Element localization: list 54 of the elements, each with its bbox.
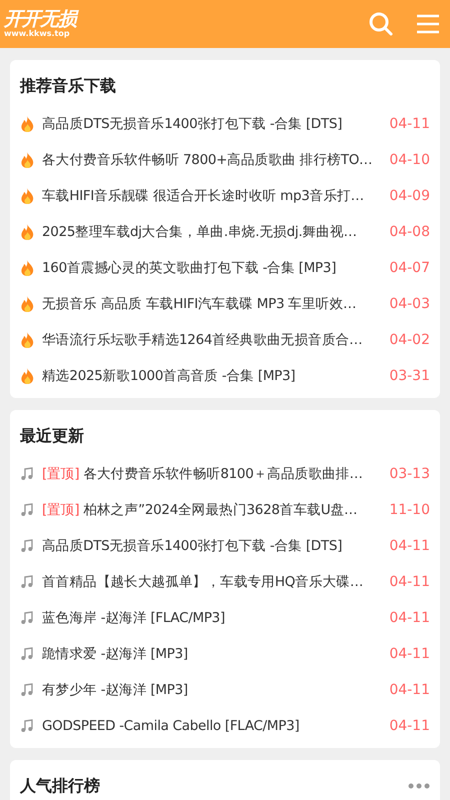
post-date: 04-11 [389,538,430,554]
section-title: 人气排行榜 [20,776,101,796]
post-date: 04-11 [389,610,430,626]
post-date: 04-11 [389,574,430,590]
menu-icon[interactable] [416,14,440,34]
song-link[interactable]: 华语流行乐坛歌手精选1264首经典歌曲无损音质合… [42,331,384,349]
section-title: 推荐音乐下载 [20,76,117,96]
song-link[interactable]: 有梦少年 -赵海洋 [MP3] [42,681,384,699]
search-icon[interactable] [368,11,394,37]
music-note-icon [20,503,34,517]
post-date: 03-31 [389,368,430,384]
more-icon[interactable] [408,783,430,789]
music-note-icon [20,575,34,589]
post-date: 04-11 [389,116,430,132]
song-link[interactable]: [置顶] 各大付费音乐软件畅听8100＋高品质歌曲排… [42,465,384,483]
song-link[interactable]: 160首震撼心灵的英文歌曲打包下载 -合集 [MP3] [42,259,384,277]
post-date: 04-10 [389,152,430,168]
music-note-icon [20,467,34,481]
flame-icon [20,224,35,240]
post-date: 04-09 [389,188,430,204]
song-link[interactable]: 首首精品【越长大越孤单】，车载专用HQ音乐大碟… [42,573,384,591]
song-link[interactable]: 精选2025新歌1000首高音质 -合集 [MP3] [42,367,384,385]
music-note-icon [20,647,34,661]
song-link[interactable]: 无损音乐 高品质 车载HIFI汽车载碟 MP3 车里听效… [42,295,384,313]
flame-icon [20,296,35,312]
post-date: 04-02 [389,332,430,348]
post-date: 04-08 [389,224,430,240]
post-date: 04-07 [389,260,430,276]
flame-icon [20,260,35,276]
section-title: 最近更新 [20,426,85,446]
song-link[interactable]: 跪情求爱 -赵海洋 [MP3] [42,645,384,663]
post-date: 03-13 [389,466,430,482]
post-date: 04-03 [389,296,430,312]
flame-icon [20,368,35,384]
music-note-icon [20,539,34,553]
song-link[interactable]: GODSPEED -Camila Cabello [FLAC/MP3] [42,718,384,734]
flame-icon [20,152,35,168]
music-note-icon [20,719,34,733]
song-link[interactable]: 各大付费音乐软件畅听 7800+高品质歌曲 排行榜TO… [42,151,384,169]
music-note-icon [20,611,34,625]
song-link[interactable]: [置顶] 柏林之声”2024全网最热门3628首车载U盘… [42,501,384,519]
post-date: 04-11 [389,682,430,698]
post-date: 11-10 [389,502,430,518]
song-link[interactable]: 车载HIFI音乐靓碟 很适合开长途时收听 mp3音乐打… [42,187,384,205]
song-link[interactable]: 高品质DTS无损音乐1400张打包下载 -合集 [DTS] [42,115,384,133]
flame-icon [20,116,35,132]
song-link[interactable]: 2025整理车载dj大合集，单曲.串烧.无损dj.舞曲视… [42,223,384,241]
post-date: 04-11 [389,646,430,662]
song-link[interactable]: 蓝色海岸 -赵海洋 [FLAC/MP3] [42,609,384,627]
music-note-icon [20,683,34,697]
flame-icon [20,188,35,204]
post-date: 04-11 [389,718,430,734]
flame-icon [20,332,35,348]
song-link[interactable]: 高品质DTS无损音乐1400张打包下载 -合集 [DTS] [42,537,384,555]
